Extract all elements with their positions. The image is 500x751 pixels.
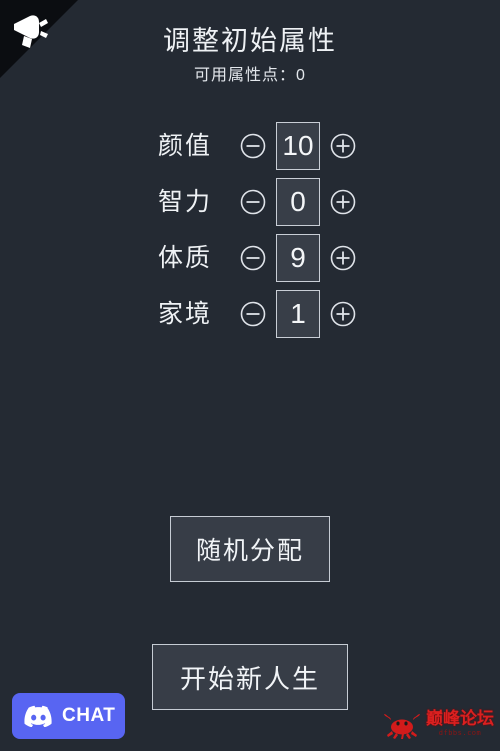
- header: 调整初始属性 可用属性点：0: [0, 24, 500, 86]
- attribute-row-family: 家境 1: [0, 286, 500, 342]
- plus-circle-icon[interactable]: [328, 131, 358, 161]
- available-points-label: 可用属性点：0: [194, 67, 306, 84]
- watermark: 巅峰论坛 dfbbs.com: [382, 703, 494, 745]
- attribute-label: 家境: [157, 300, 212, 328]
- attribute-value-intelligence[interactable]: 0: [276, 178, 320, 226]
- plus-circle-icon[interactable]: [328, 187, 358, 217]
- watermark-text: 巅峰论坛 dfbbs.com: [426, 710, 494, 738]
- plus-circle-icon[interactable]: [328, 299, 358, 329]
- start-new-life-button[interactable]: 开始新人生: [152, 644, 348, 710]
- attribute-row-constitution: 体质 9: [0, 230, 500, 286]
- attribute-list: 颜值 10 智力 0 体质 9 家境 1: [0, 118, 500, 342]
- discord-icon: [24, 705, 53, 728]
- crab-icon: [382, 707, 422, 741]
- discord-chat-label: CHAT: [62, 705, 116, 726]
- attribute-row-intelligence: 智力 0: [0, 174, 500, 230]
- minus-circle-icon[interactable]: [238, 299, 268, 329]
- attribute-value-constitution[interactable]: 9: [276, 234, 320, 282]
- discord-chat-button[interactable]: CHAT: [12, 693, 125, 739]
- attribute-label: 颜值: [157, 132, 212, 160]
- page-title: 调整初始属性: [163, 26, 337, 56]
- minus-circle-icon[interactable]: [238, 187, 268, 217]
- plus-circle-icon[interactable]: [328, 243, 358, 273]
- attribute-row-appearance: 颜值 10: [0, 118, 500, 174]
- minus-circle-icon[interactable]: [238, 131, 268, 161]
- minus-circle-icon[interactable]: [238, 243, 268, 273]
- attribute-label: 智力: [157, 188, 212, 216]
- watermark-subtitle: dfbbs.com: [438, 729, 482, 737]
- watermark-title: 巅峰论坛: [426, 709, 494, 729]
- random-assign-button[interactable]: 随机分配: [170, 516, 330, 582]
- attribute-label: 体质: [157, 244, 212, 272]
- attribute-value-appearance[interactable]: 10: [276, 122, 320, 170]
- attribute-value-family[interactable]: 1: [276, 290, 320, 338]
- megaphone-icon: [8, 10, 54, 52]
